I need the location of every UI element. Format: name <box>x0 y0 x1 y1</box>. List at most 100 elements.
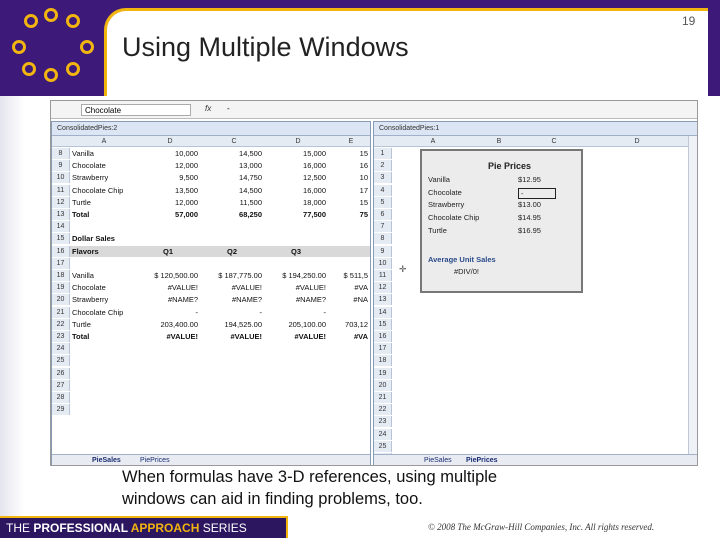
data-cell[interactable]: 10,000 <box>138 148 198 159</box>
data-cell[interactable]: 12,500 <box>266 172 326 183</box>
data-cell[interactable]: 77,500 <box>266 209 326 220</box>
data-cell[interactable]: 12,000 <box>138 160 198 171</box>
window-consolidated-2[interactable]: ConsolidatedPies:2 ADCDE 8 Vanilla 10,000 1… <box>51 121 371 465</box>
data-cell-label[interactable]: Strawberry <box>72 294 138 305</box>
data-cell[interactable]: $ 194,250.00 <box>266 270 326 281</box>
data-cell-label[interactable]: Dollar Sales <box>72 233 138 244</box>
data-cell-label[interactable]: Chocolate Chip <box>72 185 138 196</box>
tab-pieprices-right[interactable]: PiePrices <box>466 455 498 465</box>
data-cell[interactable] <box>138 233 198 244</box>
data-cell[interactable]: 16 <box>330 160 368 171</box>
data-cell[interactable] <box>266 368 326 379</box>
data-cell[interactable] <box>266 380 326 391</box>
data-cell[interactable]: $ 120,500.00 <box>138 270 198 281</box>
data-cell[interactable] <box>202 343 262 354</box>
tab-piesales-right[interactable]: PieSales <box>424 455 452 465</box>
data-cell[interactable]: - <box>266 307 327 318</box>
data-cell[interactable]: 11,500 <box>202 197 262 208</box>
data-cell[interactable] <box>202 221 262 232</box>
data-cell[interactable]: 14,750 <box>202 172 262 183</box>
data-cell[interactable]: 15 <box>330 148 368 159</box>
data-cell[interactable] <box>266 233 326 244</box>
data-cell[interactable] <box>330 404 368 415</box>
data-cell[interactable]: #VALUE! <box>266 331 326 342</box>
data-cell-label[interactable]: Turtle <box>72 197 138 208</box>
data-cell-label[interactable]: Strawberry <box>72 172 138 183</box>
data-cell[interactable]: - <box>138 307 199 318</box>
data-cell[interactable]: #VA <box>330 331 368 342</box>
data-cell[interactable]: 15,000 <box>266 148 326 159</box>
data-cell[interactable]: 194,525.00 <box>202 319 262 330</box>
data-cell-label[interactable]: Chocolate <box>72 282 138 293</box>
data-cell[interactable] <box>330 355 368 366</box>
data-cell[interactable]: 17 <box>330 185 368 196</box>
data-cell[interactable]: 9,500 <box>138 172 198 183</box>
data-cell[interactable]: $ 511,5 <box>330 270 368 281</box>
window-consolidated-1[interactable]: ConsolidatedPies:1 ABCD 1 2 3 4 5 6 7 8 9 10 11 12 1… <box>373 121 697 465</box>
data-cell-label[interactable] <box>72 404 138 415</box>
data-cell[interactable]: #NAME? <box>202 294 262 305</box>
tab-pieprices-left[interactable]: PiePrices <box>140 455 170 465</box>
data-cell[interactable]: 10 <box>330 172 368 183</box>
data-cell[interactable]: #VALUE! <box>266 282 326 293</box>
tab-piesales-left[interactable]: PieSales <box>92 455 121 465</box>
data-cell[interactable] <box>330 380 368 391</box>
data-cell[interactable]: Q2 <box>202 246 262 257</box>
data-cell[interactable]: #NAME? <box>266 294 326 305</box>
data-cell[interactable]: #VALUE! <box>202 331 262 342</box>
data-cell-label[interactable]: Flavors <box>72 246 138 257</box>
data-cell[interactable]: 12,000 <box>138 197 198 208</box>
data-cell[interactable] <box>202 368 262 379</box>
data-cell-label[interactable] <box>72 355 138 366</box>
data-cell-label[interactable] <box>72 392 138 403</box>
data-cell[interactable]: #NA <box>330 294 368 305</box>
data-cell[interactable] <box>330 392 368 403</box>
data-cell-label[interactable] <box>72 343 138 354</box>
data-cell[interactable]: 15 <box>330 197 368 208</box>
data-cell[interactable]: 68,250 <box>202 209 262 220</box>
data-cell[interactable] <box>138 368 198 379</box>
data-cell[interactable] <box>202 355 262 366</box>
data-cell[interactable]: Q1 <box>138 246 198 257</box>
data-cell[interactable] <box>138 404 198 415</box>
data-cell[interactable] <box>330 343 368 354</box>
data-cell[interactable] <box>330 368 368 379</box>
data-cell[interactable]: 57,000 <box>138 209 198 220</box>
data-cell-label[interactable]: Vanilla <box>72 148 138 159</box>
data-cell-label[interactable]: Chocolate Chip <box>72 307 138 318</box>
data-cell[interactable]: #VALUE! <box>138 282 198 293</box>
data-cell[interactable]: 205,100.00 <box>266 319 326 330</box>
data-cell-label[interactable] <box>72 258 138 269</box>
data-cell[interactable]: 18,000 <box>266 197 326 208</box>
data-cell[interactable] <box>202 233 262 244</box>
data-cell[interactable] <box>266 343 326 354</box>
data-cell[interactable] <box>202 392 262 403</box>
data-cell[interactable]: 16,000 <box>266 185 326 196</box>
data-cell[interactable] <box>202 258 262 269</box>
data-cell[interactable] <box>330 258 368 269</box>
data-cell[interactable] <box>330 233 368 244</box>
data-cell[interactable] <box>138 258 198 269</box>
data-cell[interactable] <box>266 404 326 415</box>
data-cell[interactable]: 16,000 <box>266 160 326 171</box>
data-cell[interactable]: #VALUE! <box>202 282 262 293</box>
data-cell[interactable] <box>266 258 326 269</box>
data-cell-label[interactable] <box>72 368 138 379</box>
data-cell[interactable] <box>330 246 368 257</box>
data-cell[interactable]: Q3 <box>266 246 326 257</box>
data-cell-label[interactable] <box>72 380 138 391</box>
data-cell[interactable]: 14,500 <box>202 185 262 196</box>
data-cell[interactable]: 14,500 <box>202 148 262 159</box>
data-cell[interactable] <box>266 221 326 232</box>
data-cell[interactable] <box>138 355 198 366</box>
data-cell[interactable] <box>138 343 198 354</box>
data-cell-label[interactable]: Vanilla <box>72 270 138 281</box>
data-cell[interactable]: - <box>202 307 263 318</box>
vertical-scrollbar[interactable] <box>688 136 697 454</box>
data-cell[interactable]: 13,500 <box>138 185 198 196</box>
data-cell[interactable] <box>266 392 326 403</box>
data-cell[interactable] <box>266 355 326 366</box>
data-cell[interactable] <box>330 307 368 318</box>
data-cell-label[interactable]: Chocolate <box>72 160 138 171</box>
data-cell[interactable]: 75 <box>330 209 368 220</box>
